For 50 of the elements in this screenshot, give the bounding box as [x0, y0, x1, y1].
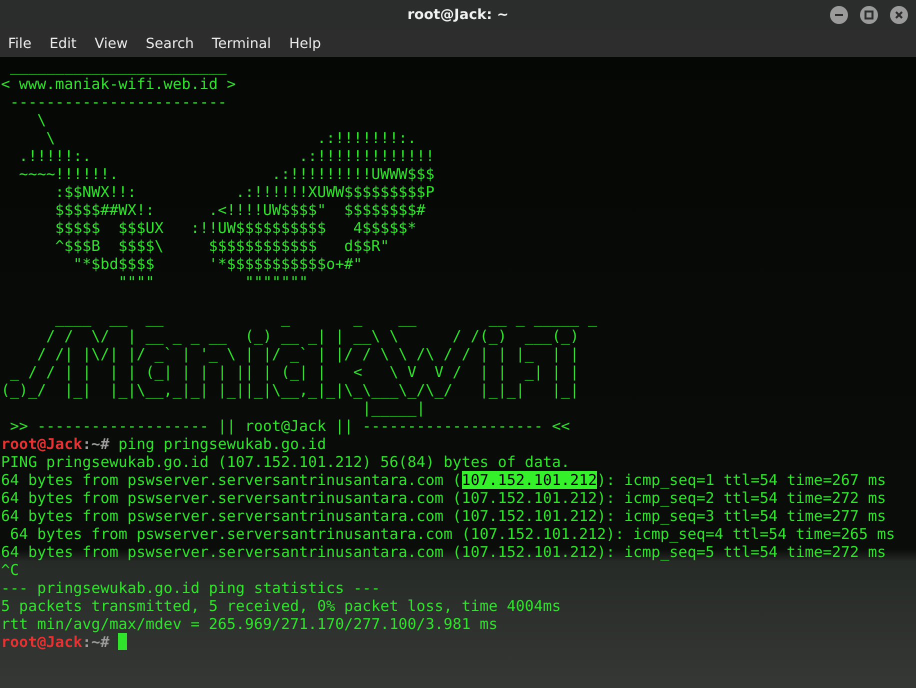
ascii-art-line: ____ __ __ _ _ __ __ _ _____ _: [54, 309, 598, 327]
ascii-art-line: / / \/ | __ _ _ __ (_) __ _| | __\ \ / /(_) ___(_): [45, 327, 579, 345]
terminal-output-line: --- pringsewukab.go.id ping statistics ---: [1, 579, 380, 597]
prompt-path: :~#: [82, 633, 110, 651]
menu-item[interactable]: Search: [140, 36, 200, 52]
maximize-icon: [864, 10, 874, 20]
menu-item[interactable]: View: [88, 36, 134, 52]
ascii-art-line: ^$$$B $$$$\ $$$$$$$$$$$$ d$$R": [54, 237, 390, 255]
menu-item[interactable]: Terminal: [206, 36, 278, 52]
ascii-art-line: (_)_/ |_| |_|\__,_|_| |_||_|\__,_|_|\_\___\_/\_/ |_|_| |_|: [1, 381, 579, 399]
prompt-user: root@Jack: [1, 435, 82, 453]
terminal-area[interactable]: [0, 57, 916, 688]
ascii-art-line: "*$bd$$$$ '*$$$$$$$$$$$o+#": [72, 255, 362, 273]
menu-item[interactable]: Edit: [43, 36, 83, 52]
prompt-user: root@Jack: [1, 633, 82, 651]
terminal-output-line: rtt min/avg/max/mdev = 265.969/271.170/277.100/3.981 ms: [1, 615, 498, 633]
close-button[interactable]: [890, 6, 908, 24]
terminal-output-line: 64 bytes from pswserver.serversantrinusantara.com (107.152.101.212): icmp_seq=3 ttl=54 time=277 ms: [1, 507, 886, 525]
terminal-output-line: PING pringsewukab.go.id (107.152.101.212) 56(84) bytes of data.: [1, 453, 570, 471]
ascii-art-line: < www.maniak-wifi.web.id >: [1, 75, 236, 93]
ascii-art-line: ------------------------: [9, 93, 227, 111]
ascii-art-line: _ / / | | | | (_| | | | || | (_| | < \ V V / | | _| | |: [9, 363, 579, 381]
window-title: root@Jack: ~: [407, 7, 509, 23]
ascii-art-line: >> ------------------- || root@Jack || -------------------- <<: [9, 417, 570, 435]
terminal-output-line: ^C: [1, 561, 20, 579]
close-icon: [894, 10, 904, 20]
ascii-art-line: ~~~~!!!!!!. .:!!!!!!!!!UWWW$$$: [18, 165, 434, 183]
terminal-output-line: 5 packets transmitted, 5 received, 0% packet loss, time 4004ms: [1, 597, 561, 615]
terminal-output-line: 64 bytes from pswserver.serversantrinusantara.com (107.152.101.212): icmp_seq=2 ttl=54 time=272 ms: [1, 489, 886, 507]
menu-item[interactable]: File: [2, 36, 38, 52]
menu-item[interactable]: Help: [283, 36, 327, 52]
command-text: ping pringsewukab.go.id: [117, 435, 326, 453]
ascii-art-line: / /| |\/| |/ _` | '_ \ | |/ _` | |/ / \ \ /\ / / | | |_ | |: [36, 345, 579, 363]
ascii-art-line: """" """"""": [117, 273, 308, 291]
ascii-art-line: ________________________: [9, 57, 227, 75]
terminal-output-text: 64 bytes from pswserver.serversantrinusantara.com (: [1, 471, 462, 489]
minimize-button[interactable]: [830, 6, 848, 24]
ascii-art-line: \: [36, 111, 46, 129]
terminal-output-line: 64 bytes from pswserver.serversantrinusantara.com (107.152.101.212): icmp_seq=5 ttl=54 time=272 ms: [1, 543, 886, 561]
ascii-art-line: $$$$$ $$$UX :!!UW$$$$$$$$$$ 4$$$$$*: [54, 219, 416, 237]
terminal-output-line: 64 bytes from pswserver.serversantrinusantara.com (107.152.101.212): icmp_seq=4 ttl=54 time=265 ms: [9, 525, 896, 543]
ascii-art-line: |_____|: [361, 399, 426, 417]
ascii-art-line: \ .:!!!!!!!:.: [45, 129, 416, 147]
prompt-path: :~#: [82, 435, 110, 453]
ascii-art-line: $$$$$##WX!: .<!!!!UW$$$$" $$$$$$$$#: [54, 201, 426, 219]
terminal-output-text: ): icmp_seq=1 ttl=54 time=267 ms: [597, 471, 886, 489]
ascii-art-line: .!!!!!:. .:!!!!!!!!!!!!!: [18, 147, 434, 165]
selected-text: 107.152.101.212: [462, 471, 598, 489]
ascii-art-line: :$$NWX!!: .:!!!!!!XUWW$$$$$$$$$P: [54, 183, 434, 201]
maximize-button[interactable]: [860, 6, 878, 24]
